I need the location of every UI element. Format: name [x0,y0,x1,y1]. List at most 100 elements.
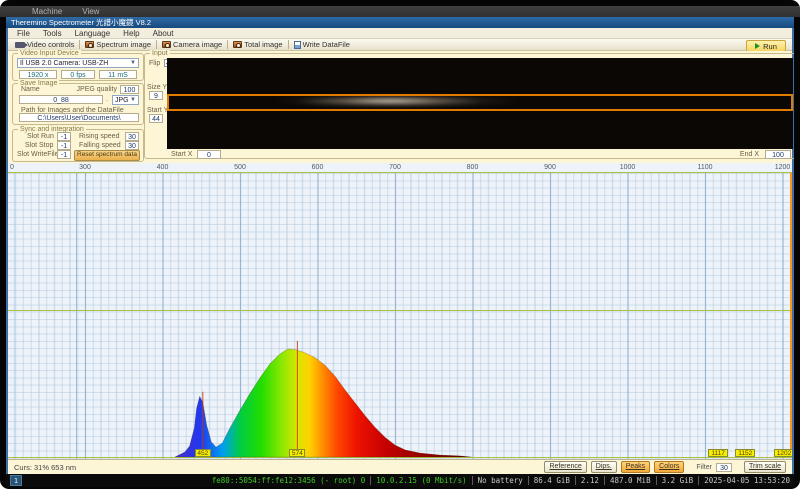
toolbar-separator [288,40,289,49]
toolbar-separator [156,40,157,49]
status-disk: 86.4 GiB [528,476,570,485]
spectrum-chart[interactable]: 0300400500600700800900100011001200452574… [8,163,792,459]
play-icon [755,43,760,49]
write-datafile-button[interactable]: Write DataFile [290,39,354,50]
camera-image-label: Camera image [173,40,222,49]
filter-field[interactable]: 30 [716,463,732,472]
status-segments: fe80::5054:ff:fe12:3456 (- root) 0 10.0.… [212,476,790,485]
peak-wavelength-label: 574 [289,449,305,457]
spectrum-image-button[interactable]: Spectrum image [81,39,155,50]
name-label: Name [21,86,40,93]
peak-wavelength-label: 1152 [735,449,755,457]
app-window: Theremino Spectrometer 光譜小魔鏡 V8.2 File T… [6,17,794,474]
spectrum-curve [8,163,792,459]
peaks-button[interactable]: Peaks [621,461,650,473]
status-swap: 3.2 GiB [656,476,694,485]
sync-title: Sync and integration [18,126,86,133]
settings-panel: Video Input Device Il USB 2.0 Camera: US… [8,51,792,163]
guest-screen: Theremino Spectrometer 光譜小魔鏡 V8.2 File T… [6,17,794,487]
status-network-ipv4: 10.0.2.15 (0 Mbit/s) [370,476,466,485]
camera-icon [162,41,171,48]
status-battery: No battery [472,476,523,485]
trim-scale-button[interactable]: Trim scale [744,461,786,473]
slot-writefile-field[interactable]: -1 [57,150,71,159]
start-x-field[interactable]: 0 [197,150,221,159]
dot-label: . [106,96,108,103]
toolbar-separator [79,40,80,49]
datafile-icon [294,41,301,49]
falling-speed-field[interactable]: 30 [125,141,139,150]
menu-about[interactable]: About [153,29,174,38]
rising-speed-label: Rising speed [79,133,119,140]
app-titlebar: Theremino Spectrometer 光譜小魔鏡 V8.2 [6,17,794,28]
reference-button[interactable]: Reference [544,461,586,473]
rising-speed-field[interactable]: 30 [125,132,139,141]
resolution-value: 1920 x [19,70,57,79]
menu-help[interactable]: Help [123,29,139,38]
peak-wavelength-label: 1117 [708,449,728,457]
peak-wavelength-label: 452 [195,449,211,457]
status-memory: 487.0 MiB [604,476,651,485]
footer-buttons: Reference Dips. Peaks Colors Filter 30 T… [544,461,786,473]
write-datafile-label: Write DataFile [303,40,350,49]
jpeg-quality-field[interactable]: 100 [120,85,139,94]
app-title: Theremino Spectrometer 光譜小魔鏡 V8.2 [11,18,151,27]
video-controls-label: Video controls [27,40,74,49]
status-datetime: 2025-04-05 13:53:20 [698,476,790,485]
slot-run-field[interactable]: -1 [57,132,71,141]
video-input-title: Video Input Device [18,50,81,57]
size-y-field[interactable]: 9 [149,91,163,100]
path-field[interactable]: C:\Users\User\Documents\ [19,113,139,122]
status-network-ipv6: fe80::5054:ff:fe12:3456 (- root) 0 [212,476,366,485]
toolbar-separator [227,40,228,49]
menu-language[interactable]: Language [75,29,111,38]
sync-group: Sync and integration Slot Run -1 Rising … [12,129,144,162]
extension-select[interactable]: JPG ▼ [112,95,139,105]
end-x-label: End X [740,151,759,158]
video-camera-icon [15,42,25,48]
size-y-label: Size Y [147,84,167,91]
image-name-field[interactable]: 0_88 [19,95,103,104]
fps-value: 0 fps [61,70,95,79]
slot-stop-field[interactable]: -1 [57,141,71,150]
app-toolbar: Video controls Spectrum image Camera ima… [8,39,792,51]
vm-menu-view[interactable]: View [82,7,99,16]
menu-file[interactable]: File [17,29,30,38]
chart-footer: Curs: 31% 653 nm Reference Dips. Peaks C… [8,459,792,474]
dips-button[interactable]: Dips. [591,461,617,473]
extension-value: JPG [115,97,129,104]
slot-run-label: Slot Run [27,133,54,140]
reset-spectrum-button[interactable]: Reset spectrum data [74,150,140,161]
save-image-group: Save Image Name JPEG quality 100 0_88 . … [12,83,144,125]
start-y-label: Start Y [147,107,168,114]
input-group: Input Flip ✓ Size Y 9 Start Y 44 Start X… [144,53,794,159]
end-x-field[interactable]: 100 [765,150,791,159]
chevron-down-icon: ▼ [130,97,136,103]
vm-window: Machine View Theremino Spectrometer 光譜小魔… [0,0,800,489]
row-selection-rect[interactable] [167,94,793,111]
latency-value: 11 mS [99,70,137,79]
vm-menubar: Machine View [0,6,800,17]
slot-stop-label: Slot Stop [25,142,53,149]
filter-label: Filter [696,464,712,471]
status-bar: 1 fe80::5054:ff:fe12:3456 (- root) 0 10.… [6,474,794,487]
peak-wavelength-label: 1202 [774,449,792,457]
workspace-button[interactable]: 1 [10,475,22,486]
colors-button[interactable]: Colors [654,461,684,473]
status-load: 2.12 [575,476,599,485]
vm-menu-machine[interactable]: Machine [32,7,62,16]
run-label: Run [763,42,777,51]
falling-speed-label: Falling speed [79,142,121,149]
video-controls-button[interactable]: Video controls [11,39,78,50]
camera-image-button[interactable]: Camera image [158,39,226,50]
start-x-label: Start X [171,151,192,158]
start-y-field[interactable]: 44 [149,114,163,123]
jpeg-quality-label: JPEG quality [77,86,117,93]
flip-label: Flip [149,60,160,67]
total-image-button[interactable]: Total image [229,39,286,50]
input-title: Input [150,50,170,57]
slot-writefile-label: Slot WriteFile [17,151,59,158]
video-device-select[interactable]: Il USB 2.0 Camera: USB-ZH ▼ [17,58,139,68]
menu-tools[interactable]: Tools [43,29,62,38]
spectrum-image-label: Spectrum image [96,40,151,49]
